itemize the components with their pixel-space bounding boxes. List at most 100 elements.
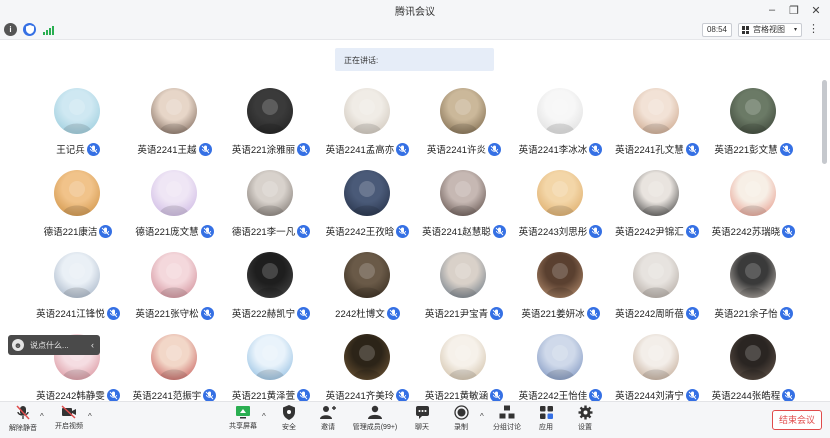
mic-icon (779, 142, 793, 156)
participant-name: 英语2242苏瑞晓 (711, 227, 781, 238)
mic-icon (106, 306, 120, 320)
settings-button[interactable]: 设置 (562, 405, 608, 432)
participant-tile[interactable]: 英语2241赵慧聪 (416, 170, 512, 250)
participant-tile[interactable]: 英语2242周昕蓓 (609, 252, 705, 332)
participant-tile[interactable]: 英语2241李冰冰 (513, 88, 609, 168)
video-label: 开启视频 (55, 423, 83, 430)
security-shield-icon (283, 405, 295, 420)
mic-icon (86, 142, 100, 156)
participant-name: 英语2242王孜晗 (325, 227, 395, 238)
participant-tile[interactable]: 英语2242尹锦汇 (609, 170, 705, 250)
mic-icon (490, 388, 504, 402)
emoji-icon[interactable]: ☻ (12, 339, 24, 351)
participant-name: 英语2244刘清宁 (615, 391, 684, 402)
video-button[interactable]: 开启视频 (46, 405, 92, 431)
participant-name-row: 英语2241李冰冰 (513, 142, 609, 156)
share-screen-button[interactable]: 共享屏幕 (220, 405, 266, 431)
security-label: 安全 (282, 424, 296, 431)
mic-options-chevron-icon[interactable]: ^ (40, 412, 44, 421)
chat-placeholder[interactable]: 说点什么... (30, 340, 69, 351)
avatar (536, 88, 583, 134)
more-icon[interactable]: ⋮ (808, 22, 819, 35)
manage-members-button[interactable]: 管理成员(99+) (352, 405, 398, 432)
participant-tile[interactable]: 德语221庞文慧 (127, 170, 223, 250)
participant-tile[interactable]: 英语221姜妍冰 (513, 252, 609, 332)
mic-icon (200, 306, 214, 320)
view-mode-button[interactable]: 宫格视图 ▾ (738, 23, 802, 37)
participant-name: 英语2241许炎 (426, 145, 487, 156)
participant-tile[interactable]: 英语221尹宝青 (416, 252, 512, 332)
mic-icon (782, 224, 796, 238)
participant-name-row: 英语2241孟高亦 (320, 142, 416, 156)
participant-name-row: 2242杜博文 (320, 306, 416, 320)
participant-tile[interactable]: 英语2241孔文慧 (609, 88, 705, 168)
participant-name-row: 德语221康洁 (30, 224, 126, 238)
avatar (633, 88, 679, 134)
close-icon[interactable]: ✕ (808, 2, 824, 18)
avatar (247, 170, 293, 216)
info-icon[interactable]: i (4, 23, 17, 36)
participant-name: 英语221余子怡 (714, 309, 778, 320)
participant-name: 英语2242王怡佳 (518, 391, 588, 402)
participant-name-row: 英语2242韩静雯 (30, 388, 126, 402)
participant-tile[interactable]: 英语222赫凯宁 (223, 252, 319, 332)
avatar (150, 252, 197, 298)
mic-icon (685, 142, 699, 156)
record-button[interactable]: 录制 (438, 405, 484, 432)
breakout-label: 分组讨论 (493, 424, 521, 431)
participant-tile[interactable]: 英语2243刘思彤 (513, 170, 609, 250)
participant-tile[interactable]: 王记兵 (30, 88, 126, 168)
mic-icon (198, 142, 212, 156)
minimize-icon[interactable]: – (764, 2, 780, 18)
participant-tile[interactable]: 英语221彭文慧 (706, 88, 802, 168)
participant-tile[interactable]: 英语221余子怡 (706, 252, 802, 332)
mic-icon (297, 224, 311, 238)
avatar (54, 252, 100, 298)
avatar (536, 252, 583, 298)
participant-tile[interactable]: 英语2241江锋悦 (30, 252, 126, 332)
bottom-toolbar: 解除静音 ^ 开启视频 ^ 共享屏幕 ^ 安全 邀请 管理成员(99+) 聊天 … (0, 401, 830, 438)
share-screen-icon (236, 406, 250, 419)
participant-name: 英语2242尹锦汇 (615, 227, 684, 238)
mic-icon (200, 224, 214, 238)
video-options-chevron-icon[interactable]: ^ (88, 412, 92, 421)
apps-label: 应用 (539, 424, 553, 431)
participant-tile[interactable]: 德语221康洁 (30, 170, 126, 250)
participant-name-row: 英语221黄敏涵 (416, 388, 512, 402)
participant-name: 英语2241齐美玲 (325, 391, 395, 402)
participant-tile[interactable]: 英语221张守松 (127, 252, 223, 332)
mic-icon (685, 388, 699, 402)
avatar (343, 88, 390, 134)
participant-tile[interactable]: 英语221涂雅丽 (223, 88, 319, 168)
participant-tile[interactable]: 英语2242王孜晗 (320, 170, 416, 250)
participant-name-row: 英语2242王怡佳 (513, 388, 609, 402)
participant-tile[interactable]: 英语2241王越 (127, 88, 223, 168)
participant-name-row: 德语221庞文慧 (127, 224, 223, 238)
avatar (729, 170, 776, 216)
speaking-indicator: 正在讲话: (335, 48, 494, 71)
chevron-down-icon: ▾ (793, 27, 797, 33)
participant-tile[interactable]: 2242杜博文 (320, 252, 416, 332)
participant-tile[interactable]: 英语2242苏瑞晓 (706, 170, 802, 250)
end-meeting-button[interactable]: 结束会议 (772, 410, 822, 430)
participant-tile[interactable]: 英语2241孟高亦 (320, 88, 416, 168)
participant-name: 英语221黄泽萱 (231, 391, 296, 402)
participant-name-row: 英语2241范振宇 (127, 388, 223, 402)
scrollbar[interactable] (822, 80, 827, 164)
signal-icon[interactable] (42, 23, 55, 36)
avatar (247, 252, 293, 298)
invite-button[interactable]: 邀请 (305, 405, 351, 432)
participant-tile[interactable]: 英语2241许炎 (416, 88, 512, 168)
participant-tile[interactable]: 德语221李一凡 (223, 170, 319, 250)
chevron-left-icon[interactable]: ‹ (91, 340, 94, 350)
participant-name: 英语2244张皓程 (711, 391, 781, 402)
restore-icon[interactable]: ❐ (786, 2, 802, 18)
shield-icon[interactable] (23, 23, 36, 36)
mic-icon (106, 388, 120, 402)
avatar (150, 88, 197, 134)
mic-icon (386, 306, 400, 320)
record-icon (453, 405, 469, 420)
avatar (440, 334, 486, 380)
participant-name: 英语221张守松 (135, 309, 199, 320)
chat-input-pill[interactable]: ☻ 说点什么... ‹ (8, 335, 100, 355)
